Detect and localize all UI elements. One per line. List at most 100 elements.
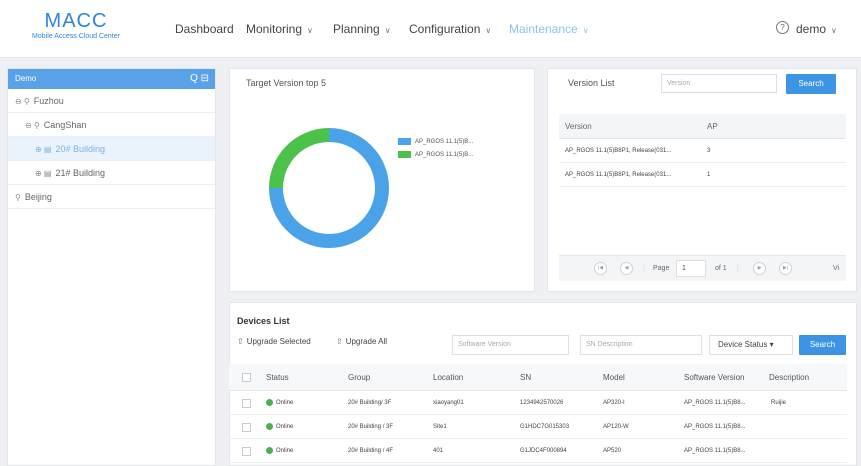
row-checkbox[interactable] [242,399,251,408]
nav-configuration-label: Configuration [409,22,481,36]
column-header-location[interactable]: Location [433,364,463,391]
software-version-cell: AP_RGOS 11.1(5)B8... [684,448,746,454]
model-cell: AP120-W [603,424,629,430]
nav-dashboard-label: Dashboard [175,22,234,36]
first-page-icon[interactable]: |◀ [594,262,607,275]
sn-cell: G1JDC4F000894 [520,448,567,454]
location-pin-icon[interactable]: ⊖ ⚲ [25,121,40,130]
caret-down-icon: ▾ [769,340,774,349]
tree-item-label: Beijing [24,192,52,202]
row-checkbox[interactable] [242,423,251,432]
search-collapse-icons[interactable]: Q ⊟ [190,69,209,89]
status-text: Online [276,400,294,406]
donut-slice[interactable] [269,128,329,188]
user-menu[interactable]: demo ∨ [796,22,837,36]
tree-item-fuzhou[interactable]: ⊖ ⚲ Fuzhou [8,89,215,113]
column-header-model[interactable]: Model [603,364,625,391]
building-icon[interactable]: ⊕ ▤ [35,169,51,178]
column-header-group[interactable]: Group [348,364,370,391]
legend-item[interactable]: AP_RGOS 11.1(5)B... [398,151,473,158]
help-icon[interactable]: ? [776,21,789,34]
tree-item-21-building[interactable]: ⊕ ▤ 21# Building [8,161,215,185]
upgrade-icon: ⇧ [336,337,343,346]
table-row[interactable]: AP_RGOS 11.1(5)B8P1, Release(031... 3 [559,139,846,163]
device-status-select[interactable]: Device Status ▾ [709,335,793,355]
row-checkbox[interactable] [242,447,251,456]
building-icon[interactable]: ⊕ ▤ [35,145,51,154]
table-row[interactable]: Online 20# Building/ 3F xiaoyang01 12349… [229,391,847,415]
devices-table: Status Group Location SN Model Software … [229,364,847,463]
top-navigation-bar: MACC Mobile Access Cloud Center Dashboar… [0,0,861,58]
location-tree-sidebar: Demo Q ⊟ ⊖ ⚲ Fuzhou ⊖ ⚲ CangShan ⊕ ▤ 20# Bu… [7,68,216,466]
status-cell: Online [266,391,293,415]
tree-item-beijing[interactable]: ⚲ Beijing [8,185,215,209]
column-header-status[interactable]: Status [266,364,289,391]
column-header-software-version[interactable]: Software Version [684,364,744,391]
table-row[interactable]: AP_RGOS 11.1(5)B8P1, Release(031... 1 [559,163,846,187]
user-name: demo [796,22,827,36]
tree-item-label: CangShan [43,120,87,130]
ap-count-cell: 3 [707,148,711,154]
column-header-sn[interactable]: SN [520,364,531,391]
group-cell: 20# Building / 4F [348,448,394,454]
description-cell: Ruijie [771,400,787,406]
version-search-input[interactable]: Version [661,74,777,93]
page-number-input[interactable]: 1 [676,260,706,277]
column-header-description[interactable]: Description [769,364,809,391]
next-page-icon[interactable]: ▶ [753,262,766,275]
status-text: Online [276,424,294,430]
legend-label: AP_RGOS 11.1(5)B... [415,139,474,146]
view-label: Vi [833,265,840,272]
location-cell: Site1 [433,424,447,430]
group-cell: 20# Building / 3F [348,424,394,430]
version-table-header: Version AP [559,114,846,139]
devices-search-button[interactable]: Search [799,335,846,355]
version-cell: AP_RGOS 11.1(5)B8P1, Release(031... [565,172,672,178]
tree-item-20-building[interactable]: ⊕ ▤ 20# Building [8,137,215,161]
nav-planning[interactable]: Planning ∨ [333,22,391,36]
tree-item-label: Fuzhou [33,96,64,106]
nav-dashboard[interactable]: Dashboard [175,22,234,36]
macc-logo[interactable]: MACC Mobile Access Cloud Center [11,10,141,41]
location-cell: 401 [433,448,444,454]
upgrade-selected-label: Upgrade Selected [246,337,311,346]
software-version-input[interactable]: Software Version [452,335,569,355]
status-cell: Online [266,415,293,439]
sn-description-input[interactable]: SN Description [580,335,702,355]
nav-planning-label: Planning [333,22,380,36]
select-all-checkbox[interactable] [242,373,251,382]
location-pin-icon: ⚲ [15,193,21,202]
group-cell: 20# Building/ 3F [348,400,392,406]
legend-swatch [398,138,411,145]
column-header-version[interactable]: Version [565,114,592,139]
status-cell: Online [266,439,293,463]
table-row[interactable]: Online 20# Building / 4F 401 G1JDC4F0008… [229,439,847,463]
version-pager: |◀ ◀ | Page 1 of 1 | ▶ ▶| Vi [559,255,846,281]
prev-page-icon[interactable]: ◀ [620,262,633,275]
status-text: Online [276,448,294,454]
nav-monitoring-label: Monitoring [246,22,303,36]
model-cell: AP520 [603,448,622,454]
tree-item-cangshan[interactable]: ⊖ ⚲ CangShan [8,113,215,137]
nav-maintenance[interactable]: Maintenance ∨ [509,22,589,36]
legend-swatch [398,151,411,158]
upgrade-selected-button[interactable]: ⇧ Upgrade Selected [237,337,311,346]
target-version-title: Target Version top 5 [246,78,327,88]
last-page-icon[interactable]: ▶| [779,262,792,275]
nav-monitoring[interactable]: Monitoring ∨ [246,22,313,36]
nav-configuration[interactable]: Configuration ∨ [409,22,491,36]
version-donut-chart [269,128,389,248]
legend-item[interactable]: AP_RGOS 11.1(5)B... [398,138,473,145]
pager-divider: | [643,265,645,272]
upgrade-all-button[interactable]: ⇧ Upgrade All [336,337,387,346]
sidebar-header[interactable]: Demo Q ⊟ [8,69,215,89]
version-search-button[interactable]: Search [786,74,836,94]
page-total-label: of 1 [715,265,727,272]
sn-cell: 1234942570026 [520,400,564,406]
target-version-panel: Target Version top 5 AP_RGOS 11.1(5)B...… [229,68,535,292]
table-row[interactable]: Online 20# Building / 3F Site1 G1HDC7G01… [229,415,847,439]
ap-count-cell: 1 [707,172,711,178]
location-pin-icon[interactable]: ⊖ ⚲ [15,97,30,106]
column-header-ap[interactable]: AP [707,114,718,139]
nav-maintenance-label: Maintenance [509,22,578,36]
